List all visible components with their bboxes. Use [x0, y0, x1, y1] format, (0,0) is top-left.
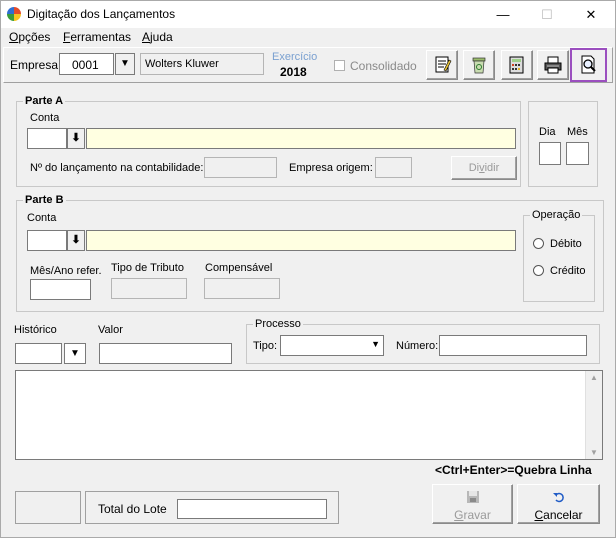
nro-lancamento-label: Nº do lançamento na contabilidade:	[30, 162, 204, 174]
tipo-tributo-field	[111, 278, 187, 299]
processo-legend: Processo	[253, 318, 303, 330]
magnifier-document-icon	[581, 55, 596, 74]
exercicio-year: 2018	[280, 65, 307, 79]
parte-b-conta-lookup-button[interactable]: ⬇	[67, 230, 85, 251]
total-lote-panel: Total do Lote	[85, 491, 339, 524]
processo-numero-label: Número:	[396, 340, 439, 352]
cancelar-button[interactable]: Cancelar	[517, 484, 600, 524]
empresa-dropdown-button[interactable]: ▼	[115, 53, 135, 75]
gravar-button[interactable]: Gravar	[432, 484, 513, 524]
menu-bar: Opções Ferramentas Ajuda	[1, 28, 615, 47]
parte-a-group: Parte A Conta ⬇ Nº do lançamento na cont…	[16, 95, 521, 187]
historico-text-area[interactable]: ▲ ▼	[15, 370, 603, 460]
empresa-name-field: Wolters Kluwer	[140, 53, 264, 75]
status-panel	[15, 491, 81, 524]
consolidado-checkbox[interactable]	[334, 60, 345, 71]
edit-document-button[interactable]	[426, 50, 458, 80]
recycle-bin-icon	[472, 57, 486, 74]
consolidado-label: Consolidado	[350, 59, 417, 73]
mesano-label: Mês/Ano refer.	[30, 265, 102, 277]
menu-ferramentas[interactable]: Ferramentas	[63, 30, 131, 44]
processo-group: Processo Tipo: ▼ Número:	[246, 318, 600, 364]
operacao-group: Operação Débito Crédito	[523, 209, 595, 302]
chevron-down-icon: ▼	[371, 339, 380, 349]
menu-ajuda[interactable]: Ajuda	[142, 30, 173, 44]
credito-radio[interactable]	[533, 265, 544, 276]
minimize-button[interactable]: —	[481, 4, 525, 25]
calculator-icon	[509, 56, 524, 74]
ctrl-enter-hint: <Ctrl+Enter>=Quebra Linha	[435, 463, 592, 477]
empresa-origem-label: Empresa origem:	[289, 162, 373, 174]
historico-label: Histórico	[14, 324, 57, 336]
company-toolbar: Empresa: 0001 ▼ Wolters Kluwer Exercício…	[3, 47, 613, 83]
mes-label: Mês	[567, 126, 588, 138]
nro-lancamento-field	[204, 157, 277, 178]
compensavel-label: Compensável	[205, 262, 273, 274]
exercicio-label: Exercício	[272, 51, 318, 63]
printer-icon	[544, 56, 562, 74]
parte-b-legend: Parte B	[23, 194, 66, 206]
calculator-button[interactable]	[501, 50, 533, 80]
historico-input[interactable]	[15, 343, 62, 364]
save-icon	[466, 491, 479, 503]
parte-a-conta-lookup-button[interactable]: ⬇	[67, 128, 85, 149]
scroll-up-icon[interactable]: ▲	[590, 373, 598, 382]
debito-label: Débito	[550, 238, 582, 250]
processo-numero-input[interactable]	[439, 335, 587, 356]
mes-input[interactable]	[566, 142, 589, 165]
empresa-origem-field	[375, 157, 412, 178]
parte-b-conta-desc-input[interactable]	[86, 230, 516, 251]
parte-a-conta-code-input[interactable]	[27, 128, 67, 149]
preview-search-button[interactable]	[570, 48, 607, 82]
dia-input[interactable]	[539, 142, 561, 165]
empresa-label: Empresa:	[10, 58, 62, 72]
menu-opcoes[interactable]: Opções	[9, 30, 50, 44]
historico-dropdown-button[interactable]: ▼	[64, 343, 86, 364]
debito-radio[interactable]	[533, 238, 544, 249]
text-area-scrollbar[interactable]: ▲ ▼	[585, 371, 602, 459]
window-title: Digitação dos Lançamentos	[27, 7, 176, 21]
date-group: Dia Mês	[528, 101, 598, 187]
scroll-down-icon[interactable]: ▼	[590, 448, 598, 457]
processo-tipo-label: Tipo:	[253, 340, 278, 352]
operacao-legend: Operação	[530, 209, 583, 221]
main-window: Digitação dos Lançamentos — ☐ ✕ Opções F…	[0, 0, 616, 538]
dia-label: Dia	[539, 126, 556, 138]
edit-document-icon	[435, 56, 452, 73]
mesano-input[interactable]	[30, 279, 91, 300]
compensavel-field	[204, 278, 280, 299]
valor-input[interactable]	[99, 343, 232, 364]
empresa-code-input[interactable]: 0001	[59, 53, 114, 75]
total-lote-field	[177, 499, 327, 519]
maximize-button[interactable]: ☐	[525, 4, 569, 25]
recycle-bin-button[interactable]	[463, 50, 495, 80]
close-button[interactable]: ✕	[569, 4, 613, 25]
undo-icon	[552, 492, 564, 503]
parte-a-conta-label: Conta	[30, 112, 60, 124]
title-bar: Digitação dos Lançamentos — ☐ ✕	[1, 1, 615, 28]
app-icon	[7, 7, 21, 21]
parte-b-conta-label: Conta	[27, 212, 57, 224]
total-lote-label: Total do Lote	[98, 502, 167, 516]
credito-label: Crédito	[550, 265, 586, 277]
parte-b-conta-code-input[interactable]	[27, 230, 67, 251]
tipo-tributo-label: Tipo de Tributo	[111, 262, 184, 274]
print-button[interactable]	[537, 50, 569, 80]
parte-a-legend: Parte A	[23, 95, 66, 107]
valor-label: Valor	[98, 324, 123, 336]
dividir-button[interactable]: Dividir	[451, 156, 517, 180]
parte-a-conta-desc-input[interactable]	[86, 128, 516, 149]
processo-tipo-select[interactable]: ▼	[280, 335, 384, 356]
parte-b-group: Parte B Conta ⬇ Mês/Ano refer. Tipo de T…	[16, 194, 604, 312]
